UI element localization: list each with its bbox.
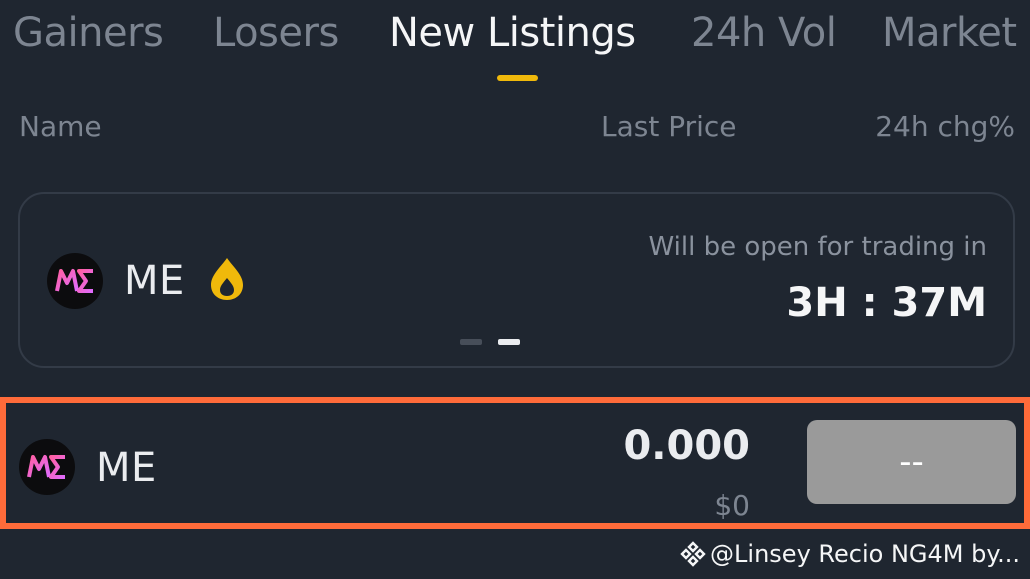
fire-icon [211, 258, 243, 300]
tab-24h-vol[interactable]: 24h Vol [691, 10, 837, 56]
watermark-text: @Linsey Recio NG4M by... [710, 540, 1020, 568]
carousel-dot-2[interactable] [498, 339, 520, 345]
featured-symbol: ME [124, 258, 185, 304]
tab-losers[interactable]: Losers [213, 10, 339, 56]
me-coin-icon [19, 439, 75, 495]
tab-gainers[interactable]: Gainers [13, 10, 164, 56]
countdown-timer: 3H : 37M [786, 280, 987, 326]
column-header-last-price[interactable]: Last Price [601, 110, 737, 143]
market-tabs: Gainers Losers New Listings 24h Vol Mark… [0, 0, 1030, 90]
active-tab-indicator [497, 75, 538, 81]
me-coin-icon [47, 253, 103, 309]
markets-screen: Gainers Losers New Listings 24h Vol Mark… [0, 0, 1030, 579]
watermark: @Linsey Recio NG4M by... [680, 540, 1020, 568]
column-header-name[interactable]: Name [19, 110, 102, 143]
tab-market[interactable]: Market [882, 10, 1017, 56]
listing-row[interactable]: ME 0.000 $0 -- [0, 397, 1030, 529]
change-percent-button[interactable]: -- [807, 420, 1016, 504]
column-header-change[interactable]: 24h chg% [875, 110, 1015, 143]
last-price: 0.000 [623, 423, 750, 469]
carousel-dot-1[interactable] [460, 339, 482, 345]
listing-symbol: ME [96, 445, 157, 491]
trading-open-note: Will be open for trading in [648, 232, 988, 262]
tab-new-listings[interactable]: New Listings [389, 10, 636, 56]
upcoming-listing-card[interactable]: ME Will be open for trading in 3H : 37M [18, 192, 1015, 368]
usd-price: $0 [714, 489, 750, 522]
binance-square-icon [680, 541, 706, 567]
